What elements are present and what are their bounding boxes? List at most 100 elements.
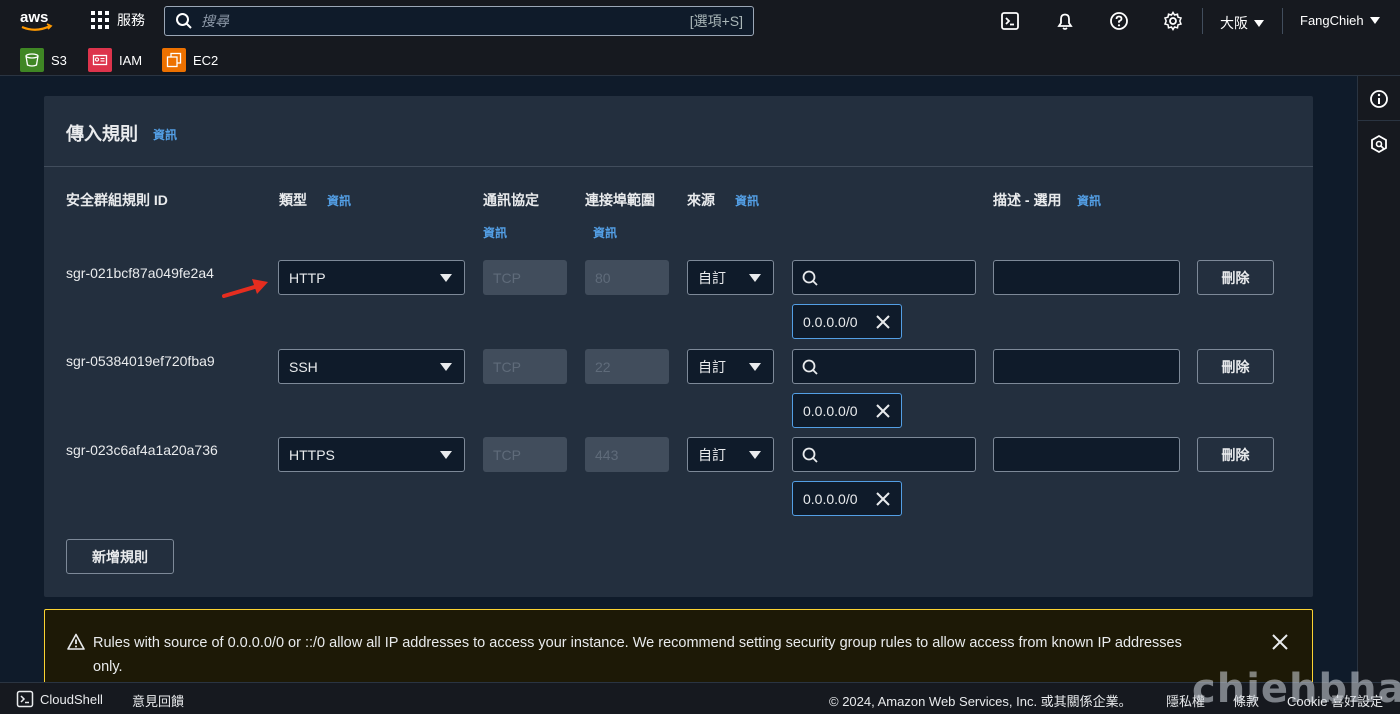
warning-icon (67, 633, 85, 650)
source-search-input[interactable] (792, 349, 976, 384)
search-shortcut: [選項+S] (689, 13, 743, 29)
watermark: chiehbhaa (1192, 666, 1400, 712)
column-header-type: 類型 (279, 192, 307, 208)
search-icon (802, 359, 818, 375)
type-info-link[interactable]: 資訊 (327, 192, 351, 209)
source-mode-value: 自訂 (698, 269, 726, 286)
grid-icon (91, 11, 109, 29)
delete-rule-button[interactable]: 刪除 (1197, 349, 1274, 384)
port-range-field: 80 (585, 260, 669, 295)
cloudshell-label: CloudShell (40, 691, 103, 707)
annotation-arrow-icon (222, 279, 268, 298)
type-value: HTTP (289, 269, 326, 286)
type-select[interactable]: SSH (278, 349, 465, 384)
caret-down-icon (440, 451, 452, 459)
notifications-bell-icon[interactable] (1055, 11, 1075, 31)
source-select[interactable]: 自訂 (687, 260, 774, 295)
help-icon[interactable] (1109, 11, 1129, 31)
search-input[interactable] (201, 13, 690, 29)
caret-down-icon (749, 274, 761, 282)
caret-down-icon (440, 363, 452, 371)
description-input[interactable] (993, 437, 1180, 472)
protocol-field: TCP (483, 260, 567, 295)
services-menu-button[interactable]: 服務 (91, 10, 145, 30)
services-label: 服務 (117, 12, 145, 28)
column-header-rule-id: 安全群組規則 ID (66, 192, 168, 208)
footer: CloudShell 意見回饋 © 2024, Amazon Web Servi… (0, 682, 1400, 714)
close-icon[interactable] (875, 314, 891, 330)
source-select[interactable]: 自訂 (687, 437, 774, 472)
top-navigation: aws 服務 [選項+S] 大阪 (0, 0, 1400, 42)
description-info-link[interactable]: 資訊 (1077, 192, 1101, 209)
type-select[interactable]: HTTP (278, 260, 465, 295)
type-value: HTTPS (289, 446, 335, 463)
source-token: 0.0.0.0/0 (792, 304, 902, 339)
source-mode-value: 自訂 (698, 446, 726, 463)
chevron-down-icon (1369, 17, 1380, 24)
assistant-hexagon-icon[interactable] (1369, 134, 1389, 154)
account-name: FangChieh (1300, 13, 1364, 28)
iam-badge-icon (88, 48, 112, 72)
column-header-source: 來源 (687, 192, 715, 208)
favorite-iam[interactable]: IAM (88, 48, 142, 72)
rule-id: sgr-05384019ef720fba9 (66, 353, 215, 369)
source-mode-value: 自訂 (698, 358, 726, 375)
close-icon[interactable] (1271, 633, 1289, 651)
column-header-port-range: 連接埠範圍 (585, 192, 655, 208)
favorite-label: EC2 (193, 52, 219, 68)
caret-down-icon (440, 274, 452, 282)
source-select[interactable]: 自訂 (687, 349, 774, 384)
info-icon[interactable] (1369, 89, 1389, 109)
rail-divider (1358, 120, 1400, 121)
search-bar[interactable]: [選項+S] (164, 6, 754, 36)
source-search-input[interactable] (792, 437, 976, 472)
settings-gear-icon[interactable] (1163, 11, 1183, 31)
search-icon (802, 447, 818, 463)
s3-bucket-icon (20, 48, 44, 72)
description-input[interactable] (993, 260, 1180, 295)
source-token-label: 0.0.0.0/0 (803, 490, 858, 507)
source-cidr-input[interactable] (827, 447, 967, 462)
column-header-protocol: 通訊協定 (483, 192, 539, 208)
feedback-link[interactable]: 意見回饋 (132, 691, 184, 710)
rule-id: sgr-023c6af4a1a20a736 (66, 442, 218, 458)
type-select[interactable]: HTTPS (278, 437, 465, 472)
type-value: SSH (289, 358, 318, 375)
close-icon[interactable] (875, 491, 891, 507)
inbound-rules-panel: 傳入規則 資訊 安全群組規則 ID 類型 資訊 通訊協定 資訊 連接埠範圍 資訊… (44, 96, 1313, 597)
region-selector[interactable]: 大阪 (1220, 13, 1264, 33)
favorite-s3[interactable]: S3 (20, 48, 67, 72)
warning-alert: Rules with source of 0.0.0.0/0 or ::/0 a… (44, 609, 1313, 689)
delete-rule-button[interactable]: 刪除 (1197, 260, 1274, 295)
protocol-field: TCP (483, 349, 567, 384)
copyright-text: © 2024, Amazon Web Services, Inc. 或其關係企業… (829, 694, 1132, 709)
source-search-input[interactable] (792, 260, 976, 295)
port-range-info-link[interactable]: 資訊 (593, 224, 617, 241)
source-token-label: 0.0.0.0/0 (803, 402, 858, 419)
delete-rule-button[interactable]: 刪除 (1197, 437, 1274, 472)
cloudshell-button[interactable]: CloudShell (16, 690, 103, 708)
source-info-link[interactable]: 資訊 (735, 192, 759, 209)
favorites-bar: S3 IAM EC2 (0, 42, 1400, 76)
column-header-description: 描述 - 選用 (993, 192, 1062, 208)
aws-logo[interactable]: aws (18, 8, 58, 34)
source-cidr-input[interactable] (827, 270, 967, 285)
source-cidr-input[interactable] (827, 359, 967, 374)
rule-id: sgr-021bcf87a049fe2a4 (66, 265, 214, 281)
protocol-info-link[interactable]: 資訊 (483, 224, 507, 241)
panel-header: 傳入規則 資訊 (44, 96, 1313, 167)
description-input[interactable] (993, 349, 1180, 384)
account-menu[interactable]: FangChieh (1300, 13, 1380, 28)
source-token-label: 0.0.0.0/0 (803, 313, 858, 330)
source-token: 0.0.0.0/0 (792, 481, 902, 516)
cloudshell-icon (16, 690, 34, 708)
ec2-instance-icon (162, 48, 186, 72)
close-icon[interactable] (875, 403, 891, 419)
add-rule-button[interactable]: 新增規則 (66, 539, 174, 574)
right-tools-rail (1357, 76, 1400, 682)
aws-logo-text: aws (20, 9, 48, 26)
protocol-field: TCP (483, 437, 567, 472)
cloudshell-icon[interactable] (1000, 11, 1020, 31)
info-link[interactable]: 資訊 (153, 126, 177, 143)
favorite-ec2[interactable]: EC2 (162, 48, 218, 72)
